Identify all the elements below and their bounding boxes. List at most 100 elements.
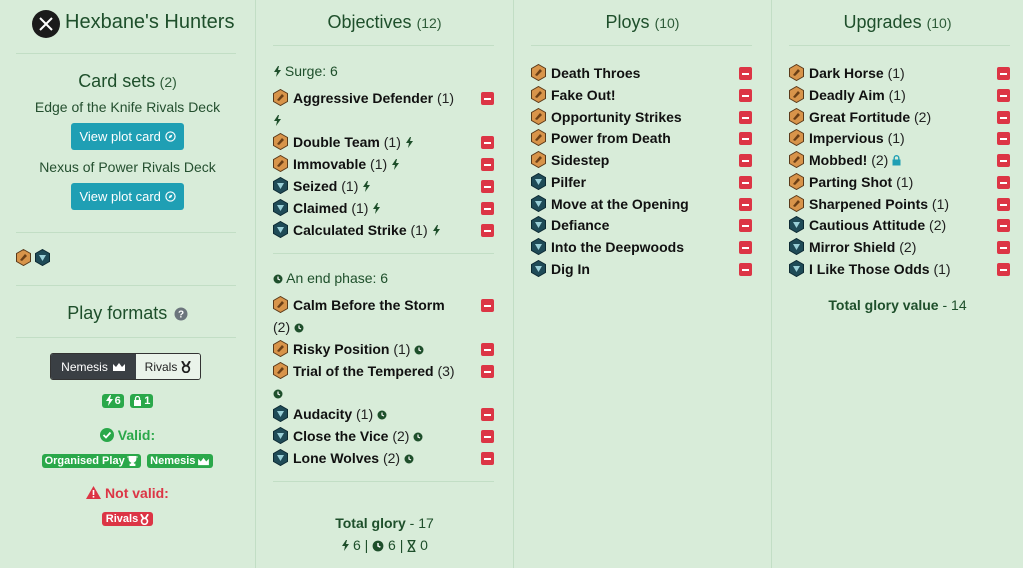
remove-button[interactable] [997,89,1010,102]
ploy-card-row[interactable]: Pilfer [531,171,586,193]
objective-card-row[interactable]: Immovable (1) [273,153,400,175]
upgrade-card-row[interactable]: I Like Those Odds (1) [789,258,951,280]
format-nemesis-button[interactable]: Nemesis [51,354,136,379]
remove-button[interactable] [739,263,752,276]
remove-button[interactable] [739,241,752,254]
objective-card-row[interactable]: Double Team (1) [273,131,413,153]
set-icon-teal [789,238,804,255]
remove-button[interactable] [997,132,1010,145]
set-icon-orange [789,173,804,190]
set-icon-teal [273,449,288,466]
remove-button[interactable] [997,154,1010,167]
clock-icon [413,431,424,443]
ploy-card-row[interactable]: Fake Out! [531,84,616,106]
upgrade-card-row[interactable]: Cautious Attitude (2) [789,214,946,236]
upgrade-card-row[interactable]: Great Fortitude (2) [789,106,931,128]
compass-icon [164,131,176,142]
objective-card-row[interactable]: Claimed (1) [273,197,381,219]
objective-card-row[interactable]: Calculated Strike (1) [273,219,440,241]
format-toggle: Nemesis Rivals [50,353,201,380]
hourglass-icon [407,539,416,553]
compass-icon [164,191,176,202]
set-icon-orange [789,108,804,125]
remove-button[interactable] [739,154,752,167]
set-icon-orange [789,64,804,81]
objective-card-row[interactable]: Calm Before the Storm (2) [273,294,473,338]
objectives-total-glory: Total glory - 17 [335,515,434,531]
objective-card-row[interactable]: Risky Position (1) [273,338,425,360]
ploy-card-row[interactable]: Death Throes [531,62,640,84]
set-icon-orange [273,133,288,150]
remove-button[interactable] [481,365,494,378]
remove-button[interactable] [997,241,1010,254]
remove-button[interactable] [481,299,494,312]
ploys-heading: Ploys (10) [605,12,680,32]
format-rivals-button[interactable]: Rivals [136,354,200,379]
upgrade-card-row[interactable]: Deadly Aim (1) [789,84,906,106]
sidebar: Hexbane's Hunters Card sets (2) Edge of … [0,0,255,568]
remove-button[interactable] [481,158,494,171]
remove-button[interactable] [739,219,752,232]
ploy-card-row[interactable]: Defiance [531,214,609,236]
upgrade-card-row[interactable]: Dark Horse (1) [789,62,905,84]
crossed-swords-icon [32,10,60,38]
set-icons [16,249,51,271]
objective-card-row[interactable]: Trial of the Tempered (3) [272,360,473,404]
objective-card-row[interactable]: Seized (1) [273,175,371,197]
remove-button[interactable] [997,67,1010,80]
ploy-card-row[interactable]: Dig In [531,258,590,280]
ploy-card-row[interactable]: Into the Deepwoods [531,236,684,258]
view-plot-card-button-2[interactable]: View plot card [71,183,184,210]
upgrades-total-glory: Total glory value - 14 [828,297,967,313]
remove-button[interactable] [997,219,1010,232]
lightning-icon [405,137,413,148]
remove-button[interactable] [997,198,1010,211]
help-icon[interactable]: ? [174,307,188,321]
remove-button[interactable] [739,132,752,145]
remove-button[interactable] [481,224,494,237]
clock-icon [414,344,425,356]
set-icon-teal [273,405,288,422]
objectives-heading: Objectives (12) [327,12,442,32]
remove-button[interactable] [997,176,1010,189]
remove-button[interactable] [481,430,494,443]
remove-button[interactable] [481,452,494,465]
remove-button[interactable] [997,263,1010,276]
end-phase-section-label: An end phase: 6 [272,270,388,286]
objective-card-row[interactable]: Aggressive Defender (1) [273,87,473,131]
lightning-icon [432,225,440,236]
set-icon-orange [273,89,288,106]
ploy-card-row[interactable]: Power from Death [531,127,671,149]
remove-button[interactable] [481,92,494,105]
remove-button[interactable] [739,176,752,189]
rivals-badge: Rivals [101,512,154,526]
upgrade-card-row[interactable]: Parting Shot (1) [789,171,913,193]
upgrade-card-row[interactable]: Impervious (1) [789,127,905,149]
view-plot-card-button-1[interactable]: View plot card [71,123,184,150]
remove-button[interactable] [481,136,494,149]
set-icon-teal [35,249,51,266]
lightning-icon [274,66,281,77]
remove-button[interactable] [481,343,494,356]
ploy-card-row[interactable]: Sidestep [531,149,609,171]
remove-button[interactable] [997,111,1010,124]
remove-button[interactable] [739,198,752,211]
objective-card-row[interactable]: Lone Wolves (2) [273,447,415,469]
set-icon-orange [789,86,804,103]
remove-button[interactable] [739,111,752,124]
remove-button[interactable] [481,180,494,193]
objective-card-row[interactable]: Audacity (1) [273,403,388,425]
lightning-icon [105,395,113,406]
organised-play-badge: Organised Play [41,454,141,468]
remove-button[interactable] [739,89,752,102]
ploy-card-row[interactable]: Opportunity Strikes [531,106,682,128]
format-counts: 6 1 [0,393,255,411]
remove-button[interactable] [481,202,494,215]
remove-button[interactable] [481,408,494,421]
remove-button[interactable] [739,67,752,80]
objective-card-row[interactable]: Close the Vice (2) [273,425,424,447]
upgrade-card-row[interactable]: Mobbed! (2) [789,149,901,171]
ploy-card-row[interactable]: Move at the Opening [531,193,689,215]
upgrade-card-row[interactable]: Mirror Shield (2) [789,236,916,258]
upgrade-card-row[interactable]: Sharpened Points (1) [789,193,949,215]
